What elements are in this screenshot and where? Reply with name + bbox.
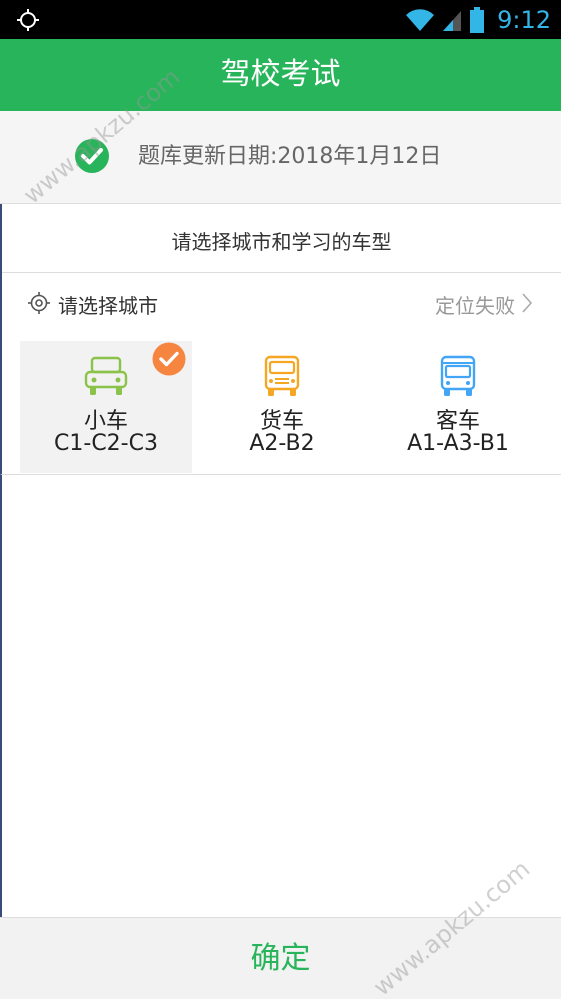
page-title: 驾校考试 bbox=[220, 57, 341, 92]
selector-title: 请选择城市和学习的车型 bbox=[171, 230, 392, 254]
chevron-right-icon bbox=[522, 293, 533, 313]
truck-icon bbox=[264, 355, 300, 396]
car-icon bbox=[84, 356, 128, 395]
vehicle-code: C1-C2-C3 bbox=[54, 431, 158, 456]
signal-icon bbox=[443, 11, 462, 31]
locate-icon bbox=[28, 292, 50, 314]
status-bar: 9:12 bbox=[0, 0, 561, 39]
vehicle-option-truck[interactable]: 货车 A2-B2 bbox=[196, 341, 368, 473]
vehicle-type-panel: 小车 C1-C2-C3 货车 A2-B2 客车 A1-A3-B1 bbox=[0, 339, 561, 475]
vehicle-code: A2-B2 bbox=[249, 431, 315, 456]
update-date-text: 题库更新日期:2018年1月12日 bbox=[138, 144, 442, 169]
city-selector-panel: 请选择城市和学习的车型 请选择城市 定位失败 bbox=[0, 204, 561, 339]
content-area bbox=[0, 475, 561, 917]
battery-icon bbox=[470, 7, 485, 33]
status-time: 9:12 bbox=[497, 6, 551, 34]
app-bar: 驾校考试 bbox=[0, 39, 561, 111]
bus-icon bbox=[440, 355, 476, 396]
city-select-row[interactable]: 请选择城市 定位失败 bbox=[2, 274, 561, 336]
selected-check-icon bbox=[152, 342, 186, 376]
status-icons: 9:12 bbox=[405, 4, 551, 36]
divider bbox=[2, 272, 561, 273]
location-icon bbox=[17, 9, 39, 31]
city-label: 请选择城市 bbox=[58, 294, 158, 318]
confirm-button[interactable]: 确定 bbox=[0, 918, 561, 999]
wifi-icon bbox=[406, 9, 435, 31]
location-status: 定位失败 bbox=[435, 294, 515, 318]
confirm-bar: 确定 bbox=[0, 917, 561, 999]
vehicle-option-bus[interactable]: 客车 A1-A3-B1 bbox=[372, 341, 544, 473]
vehicle-code: A1-A3-B1 bbox=[407, 431, 509, 456]
